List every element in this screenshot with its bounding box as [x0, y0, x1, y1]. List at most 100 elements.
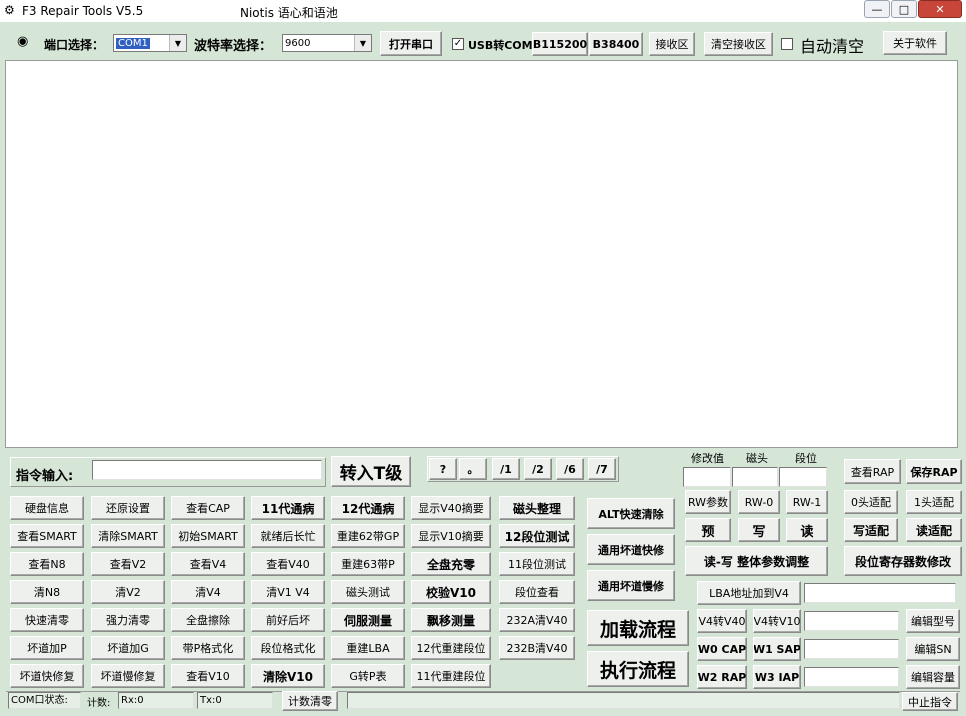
grid-button[interactable]: 坏道加P — [10, 636, 84, 660]
grid-button[interactable]: 坏道快修复 — [10, 664, 84, 688]
edit-value-input[interactable] — [683, 467, 731, 487]
generic-fast-repair-button[interactable]: 通用坏道快修 — [587, 534, 675, 565]
grid-button[interactable]: 232A清V40 — [499, 608, 575, 632]
save-rap-button[interactable]: 保存RAP — [906, 459, 962, 484]
grid-button[interactable]: 查看SMART — [10, 524, 84, 548]
grid-button[interactable]: 还原设置 — [91, 496, 165, 520]
edit-model-button[interactable]: 编辑型号 — [906, 609, 960, 633]
grid-button[interactable]: 飘移测量 — [411, 608, 491, 632]
goto-t-button[interactable]: 转入T级 — [331, 456, 411, 487]
w0-cap-button[interactable]: W0 CAP — [697, 637, 747, 661]
grid-button[interactable]: 磁头整理 — [499, 496, 575, 520]
w1-sap-button[interactable]: W1 SAP — [753, 637, 801, 661]
stop-command-button[interactable]: 中止指令 — [902, 692, 958, 711]
write-adapt-button[interactable]: 写适配 — [844, 518, 898, 542]
grid-button[interactable]: 坏道加G — [91, 636, 165, 660]
grid-button[interactable]: 显示V40摘要 — [411, 496, 491, 520]
grid-button[interactable]: 查看V10 — [171, 664, 245, 688]
quick-cmd-button[interactable]: /6 — [556, 458, 584, 480]
quick-cmd-button[interactable]: /2 — [524, 458, 552, 480]
close-button[interactable]: ✕ — [918, 0, 962, 18]
chevron-down-icon[interactable]: ▼ — [169, 35, 186, 51]
grid-button[interactable]: 查看N8 — [10, 552, 84, 576]
quick-cmd-button[interactable]: ? — [429, 458, 457, 480]
grid-button[interactable]: 11代通病 — [251, 496, 325, 520]
grid-button[interactable]: 清N8 — [10, 580, 84, 604]
grid-button[interactable]: 段位查看 — [499, 580, 575, 604]
rw-overall-button[interactable]: 读-写 整体参数调整 — [685, 546, 828, 576]
b38400-button[interactable]: B38400 — [589, 32, 643, 56]
b115200-button[interactable]: B115200 — [532, 32, 588, 56]
grid-button[interactable]: 强力清零 — [91, 608, 165, 632]
w2-rap-button[interactable]: W2 RAP — [697, 665, 747, 689]
w3-iap-button[interactable]: W3 IAP — [753, 665, 801, 689]
grid-button[interactable]: 12代重建段位 — [411, 636, 491, 660]
grid-button[interactable]: 磁头测试 — [331, 580, 405, 604]
quick-cmd-button[interactable]: 。 — [459, 458, 487, 480]
capacity-input[interactable] — [804, 667, 899, 687]
grid-button[interactable]: 清除SMART — [91, 524, 165, 548]
rw0-button[interactable]: RW-0 — [738, 490, 780, 514]
read-adapt-button[interactable]: 读适配 — [906, 518, 962, 542]
grid-button[interactable]: 全盘充零 — [411, 552, 491, 576]
load-flow-button[interactable]: 加载流程 — [587, 610, 689, 646]
receive-button[interactable]: 接收区 — [649, 32, 695, 56]
port-select[interactable]: COM1 ▼ — [113, 34, 187, 52]
model-input[interactable] — [804, 611, 899, 631]
grid-button[interactable]: 查看V2 — [91, 552, 165, 576]
grid-button[interactable]: 坏道慢修复 — [91, 664, 165, 688]
read-button[interactable]: 读 — [786, 518, 828, 542]
usb-checkbox[interactable]: ✓ — [452, 38, 464, 50]
maximize-button[interactable]: □ — [891, 0, 917, 18]
segment-register-button[interactable]: 段位寄存器数修改 — [844, 546, 962, 576]
quick-cmd-button[interactable]: /1 — [492, 458, 520, 480]
grid-button[interactable]: 伺服测量 — [331, 608, 405, 632]
grid-button[interactable]: 就绪后长忙 — [251, 524, 325, 548]
grid-button[interactable]: 重建63带P — [331, 552, 405, 576]
grid-button[interactable]: 校验V10 — [411, 580, 491, 604]
alt-quick-clear-button[interactable]: ALT快速清除 — [587, 498, 675, 529]
edit-sn-button[interactable]: 编辑SN — [906, 637, 960, 661]
grid-button[interactable]: 带P格式化 — [171, 636, 245, 660]
grid-button[interactable]: 前好后坏 — [251, 608, 325, 632]
baud-select[interactable]: 9600 ▼ — [282, 34, 372, 52]
quick-cmd-button[interactable]: /7 — [588, 458, 616, 480]
auto-clear-checkbox[interactable] — [781, 38, 793, 50]
grid-button[interactable]: 查看CAP — [171, 496, 245, 520]
receive-area[interactable] — [5, 60, 958, 448]
grid-button[interactable]: 清V2 — [91, 580, 165, 604]
open-port-button[interactable]: 打开串口 — [380, 31, 442, 56]
grid-button[interactable]: 重建62带GP — [331, 524, 405, 548]
grid-button[interactable]: 重建LBA — [331, 636, 405, 660]
grid-button[interactable]: 段位格式化 — [251, 636, 325, 660]
v4-v40-button[interactable]: V4转V40 — [697, 609, 747, 633]
edit-capacity-button[interactable]: 编辑容量 — [906, 665, 960, 689]
lba-add-button[interactable]: LBA地址加到V4 — [697, 581, 801, 605]
write-button[interactable]: 写 — [738, 518, 780, 542]
pre-button[interactable]: 预 — [685, 518, 731, 542]
grid-button[interactable]: 查看V40 — [251, 552, 325, 576]
count-clear-button[interactable]: 计数清零 — [282, 691, 338, 711]
rw1-button[interactable]: RW-1 — [786, 490, 828, 514]
v4-v10-button[interactable]: V4转V10 — [753, 609, 801, 633]
about-button[interactable]: 关于软件 — [883, 31, 947, 55]
head-input[interactable] — [732, 467, 778, 487]
segment-input[interactable] — [779, 467, 827, 487]
grid-button[interactable]: 硬盘信息 — [10, 496, 84, 520]
grid-button[interactable]: 11段位测试 — [499, 552, 575, 576]
grid-button[interactable]: 全盘擦除 — [171, 608, 245, 632]
radio-icon[interactable]: ◉ — [17, 34, 28, 49]
grid-button[interactable]: G转P表 — [331, 664, 405, 688]
grid-button[interactable]: 清除V10 — [251, 664, 325, 688]
adapt1-button[interactable]: 1头适配 — [906, 490, 962, 514]
cmd-input[interactable] — [92, 460, 322, 480]
grid-button[interactable]: 清V1 V4 — [251, 580, 325, 604]
clear-receive-button[interactable]: 清空接收区 — [704, 32, 773, 56]
rw-param-button[interactable]: RW参数 — [685, 490, 731, 514]
grid-button[interactable]: 快速清零 — [10, 608, 84, 632]
generic-slow-repair-button[interactable]: 通用坏道慢修 — [587, 570, 675, 601]
adapt0-button[interactable]: 0头适配 — [844, 490, 898, 514]
grid-button[interactable]: 11代重建段位 — [411, 664, 491, 688]
exec-flow-button[interactable]: 执行流程 — [587, 651, 689, 687]
grid-button[interactable]: 12代通病 — [331, 496, 405, 520]
